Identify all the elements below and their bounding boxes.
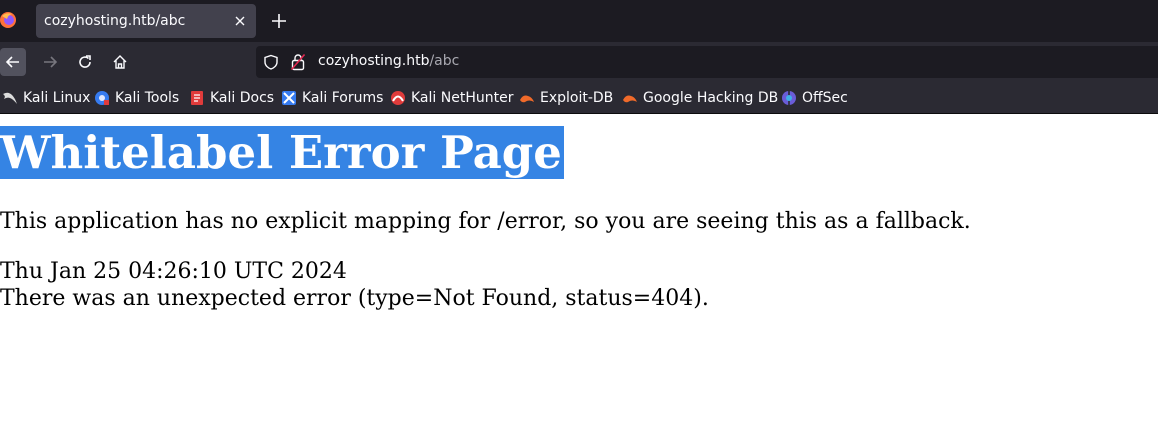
bookmark-kali-tools[interactable]: Kali Tools <box>94 89 179 107</box>
error-timestamp: Thu Jan 25 04:26:10 UTC 2024 <box>0 259 347 284</box>
kali-forums-icon <box>282 91 296 105</box>
bookmark-label: Google Hacking DB <box>643 90 779 106</box>
shield-icon[interactable] <box>263 54 279 70</box>
error-details: There was an unexpected error (type=Not … <box>0 286 709 311</box>
home-icon <box>113 55 127 69</box>
forward-button[interactable] <box>36 48 64 76</box>
bookmark-kali-docs[interactable]: Kali Docs <box>189 89 274 107</box>
bookmark-label: Kali Forums <box>302 90 384 106</box>
insecure-lock-icon[interactable] <box>291 53 305 71</box>
error-message: This application has no explicit mapping… <box>0 209 971 234</box>
new-tab-icon[interactable] <box>268 10 290 32</box>
close-icon[interactable] <box>232 13 248 29</box>
bookmark-exploit-db[interactable]: Exploit-DB <box>519 89 613 107</box>
offsec-icon <box>782 91 796 105</box>
back-arrow-icon <box>5 56 19 68</box>
kali-tools-icon <box>95 91 109 105</box>
bookmark-label: Kali NetHunter <box>411 90 514 106</box>
kali-docs-icon <box>191 91 203 105</box>
url-path: /abc <box>429 53 460 69</box>
bookmark-label: Kali Docs <box>210 90 275 106</box>
tab-active[interactable]: cozyhosting.htb/abc <box>36 4 256 38</box>
exploit-db-icon <box>520 95 534 103</box>
firefox-logo-icon[interactable] <box>0 10 20 30</box>
navigation-toolbar: cozyhosting.htb/abc <box>0 42 1158 82</box>
bookmark-kali-forums[interactable]: Kali Forums <box>281 89 383 107</box>
bookmark-kali-linux[interactable]: Kali Linux <box>2 89 90 107</box>
tab-strip: cozyhosting.htb/abc <box>0 0 1158 42</box>
kali-dragon-icon <box>3 92 17 104</box>
page-title: Whitelabel Error Page <box>0 126 564 179</box>
bookmark-google-hacking-db[interactable]: Google Hacking DB <box>622 89 778 107</box>
home-button[interactable] <box>106 48 134 76</box>
url-text[interactable]: cozyhosting.htb/abc <box>318 53 459 69</box>
bookmark-label: Exploit-DB <box>540 90 614 106</box>
bookmark-label: Kali Linux <box>23 90 91 106</box>
bookmarks-toolbar: Kali Linux Kali Tools Kali Docs Kali For… <box>0 82 1158 114</box>
reload-icon <box>79 55 91 68</box>
back-button[interactable] <box>0 48 26 76</box>
google-hacking-db-icon <box>623 95 637 103</box>
reload-button[interactable] <box>71 48 99 76</box>
bookmark-label: Kali Tools <box>115 90 180 106</box>
forward-arrow-icon <box>44 56 58 68</box>
kali-nethunter-icon <box>391 91 405 105</box>
page-content: Whitelabel Error Page This application h… <box>0 114 1158 430</box>
bookmark-kali-nethunter[interactable]: Kali NetHunter <box>390 89 513 107</box>
bookmark-offsec[interactable]: OffSec <box>781 89 848 107</box>
tab-title: cozyhosting.htb/abc <box>44 13 186 29</box>
url-bar[interactable]: cozyhosting.htb/abc <box>256 46 1158 78</box>
bookmark-label: OffSec <box>802 90 848 106</box>
url-host: cozyhosting.htb <box>318 53 430 69</box>
